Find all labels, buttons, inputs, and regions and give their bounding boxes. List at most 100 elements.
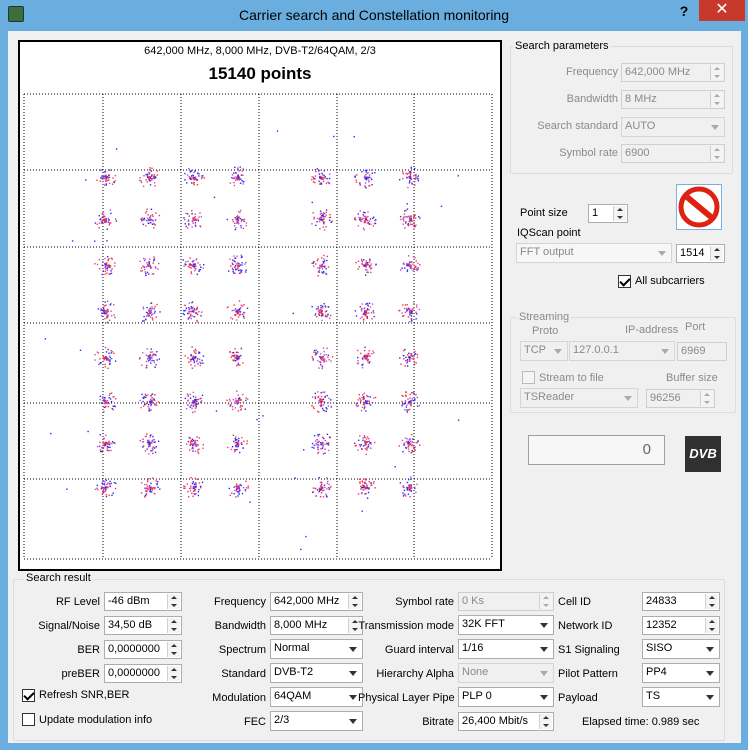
stream-to-file-checkbox[interactable] xyxy=(522,371,535,384)
sr-bandwidth-label: Bandwidth xyxy=(214,620,266,632)
fec-select[interactable]: 2/3 xyxy=(270,711,363,731)
reader-select[interactable]: TSReader xyxy=(520,388,638,408)
constellation-point xyxy=(139,399,141,402)
bitrate-input[interactable]: 26,400 Mbit/s xyxy=(458,712,554,731)
spin-icon[interactable] xyxy=(167,642,180,657)
spin-icon[interactable] xyxy=(710,65,723,80)
constellation-point xyxy=(104,488,106,490)
sr-symbol-rate-input[interactable]: 0 Ks xyxy=(458,592,554,611)
constellation-point xyxy=(233,176,236,179)
constellation-point xyxy=(356,402,358,405)
buffer-size-input[interactable]: 96256 xyxy=(646,389,715,408)
spin-icon[interactable] xyxy=(167,666,180,681)
constellation-point xyxy=(358,478,361,480)
port-input[interactable]: 6969 xyxy=(677,342,727,361)
constellation-point xyxy=(192,222,194,224)
spin-icon[interactable] xyxy=(167,618,180,633)
standard-select[interactable]: DVB-T2 xyxy=(270,663,363,683)
pilot-pattern-select[interactable]: PP4 xyxy=(642,663,720,683)
constellation-point xyxy=(233,304,235,306)
rf-level-input[interactable]: -46 dBm xyxy=(104,592,182,611)
constellation-point xyxy=(363,486,365,488)
constellation-point xyxy=(113,181,116,184)
constellation-point xyxy=(226,218,229,221)
spin-icon[interactable] xyxy=(705,594,718,609)
spin-icon[interactable] xyxy=(539,714,552,729)
preber-input[interactable]: 0,0000000 xyxy=(104,664,182,683)
constellation-point xyxy=(368,312,370,314)
constellation-point xyxy=(327,354,330,356)
guard-interval-select[interactable]: 1/16 xyxy=(458,639,554,659)
spin-icon[interactable] xyxy=(710,246,723,261)
constellation-point xyxy=(104,346,107,349)
constellation-point xyxy=(240,209,242,212)
proto-select[interactable]: TCP xyxy=(520,341,568,361)
iqscan-select[interactable]: FFT output xyxy=(516,243,672,263)
spin-icon[interactable] xyxy=(710,146,723,161)
payload-select[interactable]: TS xyxy=(642,687,720,707)
ip-select[interactable]: 127.0.0.1 xyxy=(569,341,675,361)
spin-icon[interactable] xyxy=(710,92,723,107)
sp-symbol-rate-input[interactable]: 6900 xyxy=(621,144,725,163)
spin-icon[interactable] xyxy=(539,594,552,609)
spin-icon[interactable] xyxy=(705,618,718,633)
ber-input[interactable]: 0,0000000 xyxy=(104,640,182,659)
update-modulation-checkbox[interactable] xyxy=(22,713,35,726)
all-subcarriers-checkbox[interactable] xyxy=(618,275,631,288)
constellation-point xyxy=(370,177,372,179)
modulation-select[interactable]: 64QAM xyxy=(270,687,363,707)
constellation-point xyxy=(414,181,416,183)
constellation-point xyxy=(321,257,323,259)
sp-standard-select[interactable]: AUTO xyxy=(621,117,725,137)
refresh-snr-ber-checkbox[interactable] xyxy=(22,689,35,702)
constellation-point xyxy=(192,403,195,405)
constellation-point xyxy=(143,396,145,398)
constellation-point xyxy=(195,308,198,310)
hierarchy-alpha-select[interactable]: None xyxy=(458,663,554,683)
constellation-point xyxy=(314,354,317,356)
iqscan-count-input[interactable]: 1514 xyxy=(676,244,725,263)
constellation-point xyxy=(238,437,240,440)
sr-frequency-input[interactable]: 642,000 MHz xyxy=(270,592,363,611)
point-size-input[interactable]: 1 xyxy=(588,204,628,223)
network-id-input[interactable]: 12352 xyxy=(642,616,720,635)
constellation-point xyxy=(408,182,411,184)
constellation-point xyxy=(106,264,108,267)
constellation-point xyxy=(236,438,238,441)
constellation-point xyxy=(182,312,184,315)
constellation-point xyxy=(191,220,194,223)
constellation-point xyxy=(365,216,368,219)
constellation-point xyxy=(150,482,152,485)
s1-signaling-select[interactable]: SISO xyxy=(642,639,720,659)
constellation-point xyxy=(109,266,111,269)
constellation-point xyxy=(318,489,321,491)
constellation-point xyxy=(147,394,149,396)
transmission-mode-select[interactable]: 32K FFT xyxy=(458,615,554,635)
constellation-point xyxy=(324,260,326,262)
constellation-point xyxy=(320,395,323,398)
signal-noise-input[interactable]: 34,50 dB xyxy=(104,616,182,635)
title-bar[interactable]: Carrier search and Constellation monitor… xyxy=(0,0,748,30)
constellation-point xyxy=(140,270,142,272)
spin-icon[interactable] xyxy=(613,206,626,221)
constellation-point xyxy=(196,312,198,314)
sr-bandwidth-input[interactable]: 8,000 MHz xyxy=(270,616,363,635)
constellation-point xyxy=(246,442,248,445)
stop-button[interactable] xyxy=(676,184,722,230)
sp-frequency-input[interactable]: 642,000 MHz xyxy=(621,63,725,82)
constellation-point xyxy=(415,491,417,494)
constellation-point xyxy=(417,180,420,182)
close-button[interactable]: ✕ xyxy=(699,0,745,21)
constellation-point xyxy=(108,355,111,357)
constellation-point xyxy=(325,211,327,214)
constellation-point xyxy=(189,264,191,266)
constellation-point xyxy=(195,218,197,221)
sp-bandwidth-input[interactable]: 8 MHz xyxy=(621,90,725,109)
spectrum-select[interactable]: Normal xyxy=(270,639,363,659)
cell-id-input[interactable]: 24833 xyxy=(642,592,720,611)
help-button[interactable]: ? xyxy=(672,3,696,23)
plp-select[interactable]: PLP 0 xyxy=(458,687,554,707)
spin-icon[interactable] xyxy=(700,391,713,406)
spin-icon[interactable] xyxy=(167,594,180,609)
constellation-point xyxy=(410,478,412,480)
